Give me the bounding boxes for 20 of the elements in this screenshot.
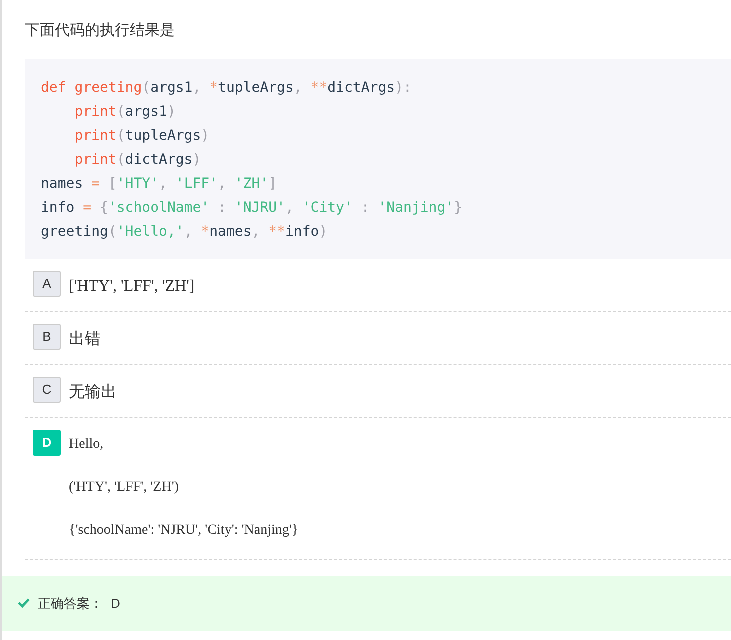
code-line: info = {'schoolName' : 'NJRU', 'City' : 'Nanjing'} [41, 198, 464, 218]
answer-label: 正确答案： [38, 594, 103, 612]
code-line: print(args1) [74, 102, 177, 122]
option-letter[interactable]: C [33, 376, 61, 402]
code-line: print(tupleArgs) [74, 126, 211, 146]
answer-value: D [111, 594, 120, 612]
option-text: ('HTY', 'LFF', 'ZH') [69, 478, 180, 496]
code-line: def greeting(args1, *tupleArgs, **dictArgs): [41, 78, 413, 98]
option-text: ['HTY', 'LFF', 'ZH'] [69, 276, 195, 296]
option-letter[interactable]: B [33, 324, 61, 350]
code-line: greeting('Hello,', *names, **info) [41, 222, 329, 242]
option-letter[interactable]: A [33, 270, 61, 296]
check-icon [18, 598, 30, 608]
option-text: 无输出 [69, 382, 117, 402]
question-text: 下面代码的执行结果是 [24, 21, 176, 41]
code-line: names = ['HTY', 'LFF', 'ZH'] [41, 174, 278, 194]
code-line: print(dictArgs) [74, 150, 202, 170]
option-text: {'schoolName': 'NJRU', 'City': 'Nanjing'} [69, 522, 299, 540]
option-text: Hello, [69, 436, 105, 454]
option-text: 出错 [69, 330, 101, 350]
